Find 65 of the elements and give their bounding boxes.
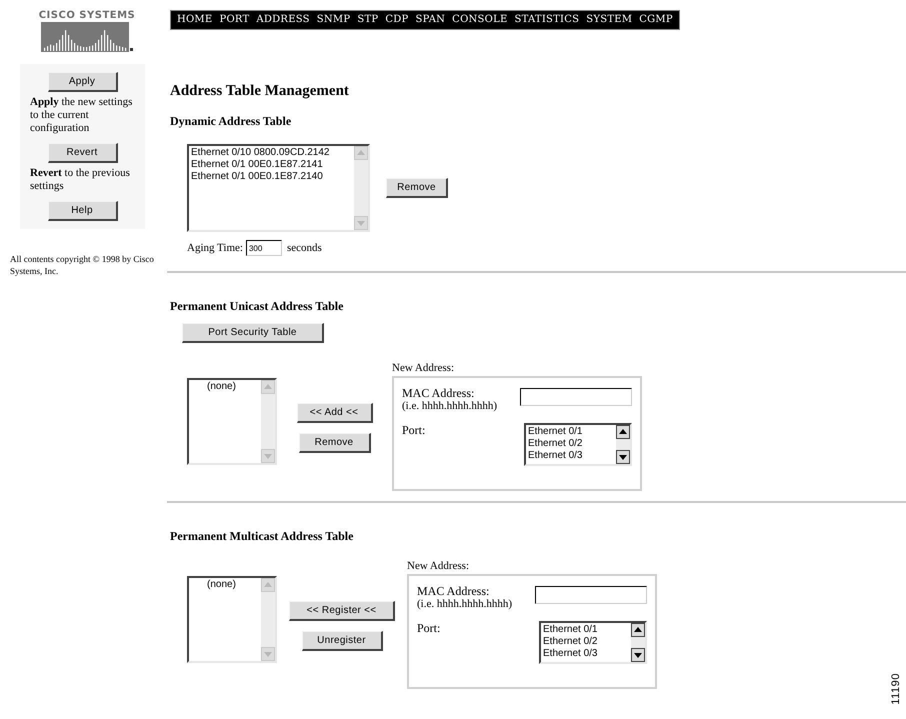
button[interactable]: << Add << bbox=[296, 402, 372, 422]
button[interactable]: << Register << bbox=[289, 600, 395, 620]
list-box[interactable]: (none) bbox=[187, 378, 277, 464]
scroll-down-icon[interactable] bbox=[631, 648, 645, 662]
nav-link[interactable]: CDP bbox=[385, 13, 409, 27]
list-item[interactable]: Ethernet 0/1 00E0.1E87.2141 bbox=[191, 159, 354, 171]
list-box[interactable]: (none) bbox=[187, 576, 277, 662]
nav-link[interactable]: ADDRESS bbox=[256, 13, 310, 27]
copyright-notice: All contents copyright © 1998 by Cisco Systems, Inc. bbox=[10, 253, 155, 277]
list-item[interactable]: Ethernet 0/2 bbox=[528, 438, 616, 450]
section-heading: Dynamic Address Table bbox=[170, 114, 292, 128]
list-item[interactable]: Ethernet 0/10 0800.09CD.2142 bbox=[191, 147, 354, 159]
nav-link[interactable]: STP bbox=[357, 13, 378, 27]
button[interactable]: Help bbox=[48, 201, 118, 221]
button-description: Revert to the previous settings bbox=[29, 167, 131, 193]
scrollbar[interactable] bbox=[631, 622, 645, 662]
list-box[interactable]: Ethernet 0/1 Ethernet 0/2 Ethernet 0/3 bbox=[539, 620, 647, 664]
list-box[interactable]: Ethernet 0/10 0800.09CD.2142 Ethernet 0/1 00E0.1E87.2141 Ethernet 0/1 00E0.1E87.2140 bbox=[187, 144, 370, 232]
nav-link[interactable]: STATISTICS bbox=[514, 13, 580, 27]
field-label: MAC Address: bbox=[402, 386, 476, 400]
list-box[interactable]: Ethernet 0/1 Ethernet 0/2 Ethernet 0/3 bbox=[524, 422, 632, 466]
logo-wordmark: CISCO SYSTEMS bbox=[38, 10, 136, 22]
list-item[interactable]: Ethernet 0/3 bbox=[528, 450, 616, 462]
figure-number: 11190 bbox=[888, 673, 902, 705]
button[interactable]: Unregister bbox=[302, 630, 382, 650]
page-title: Address Table Management bbox=[170, 82, 350, 100]
section-heading: Permanent Unicast Address Table bbox=[170, 298, 344, 312]
button[interactable]: Remove bbox=[386, 178, 448, 198]
scroll-up-icon[interactable] bbox=[631, 622, 645, 636]
list-item[interactable]: Ethernet 0/1 bbox=[528, 426, 616, 438]
nav-link[interactable]: SNMP bbox=[316, 13, 350, 27]
format-hint: (i.e. hhhh.hhhh.hhhh) bbox=[417, 598, 512, 610]
nav-link[interactable]: CONSOLE bbox=[452, 13, 508, 27]
nav-link[interactable]: SPAN bbox=[416, 13, 446, 27]
scroll-up-icon[interactable] bbox=[616, 424, 630, 438]
list-item[interactable]: (none) bbox=[191, 380, 261, 392]
button-description: Apply the new settings to the current configuration bbox=[29, 96, 134, 135]
bridge-logo-icon bbox=[41, 22, 133, 52]
nav-link[interactable]: CGMP bbox=[639, 13, 673, 27]
list-item[interactable]: Ethernet 0/1 bbox=[543, 624, 631, 636]
list-item[interactable]: Ethernet 0/3 bbox=[543, 648, 631, 660]
scroll-down-icon[interactable] bbox=[616, 450, 630, 464]
list-item[interactable]: Ethernet 0/2 bbox=[543, 636, 631, 648]
field-label: New Address: bbox=[392, 360, 456, 374]
format-hint: (i.e. hhhh.hhhh.hhhh) bbox=[402, 400, 498, 412]
unit-label: seconds bbox=[286, 241, 322, 256]
list-item[interactable]: Ethernet 0/1 00E0.1E87.2140 bbox=[191, 171, 354, 183]
button[interactable]: Port Security Table bbox=[182, 322, 324, 342]
field-label: Port: bbox=[402, 422, 426, 438]
field-label: MAC Address: bbox=[417, 584, 490, 598]
field-label: Aging Time: bbox=[187, 241, 243, 256]
scrollbar[interactable] bbox=[616, 424, 630, 464]
mac-address-field[interactable] bbox=[535, 586, 647, 604]
list-item[interactable]: (none) bbox=[191, 578, 261, 590]
nav-link[interactable]: PORT bbox=[219, 13, 250, 27]
field-label: Port: bbox=[417, 620, 440, 636]
button[interactable]: Remove bbox=[298, 432, 370, 452]
aging-time-field[interactable]: 300 bbox=[246, 240, 282, 256]
field-label: New Address: bbox=[407, 558, 470, 572]
mac-address-field[interactable] bbox=[520, 388, 632, 406]
nav-link[interactable]: HOME bbox=[177, 13, 212, 27]
nav-link[interactable]: SYSTEM bbox=[586, 13, 632, 27]
button[interactable]: Revert bbox=[48, 143, 118, 163]
button[interactable]: Apply bbox=[48, 72, 118, 92]
section-heading: Permanent Multicast Address Table bbox=[170, 528, 354, 542]
